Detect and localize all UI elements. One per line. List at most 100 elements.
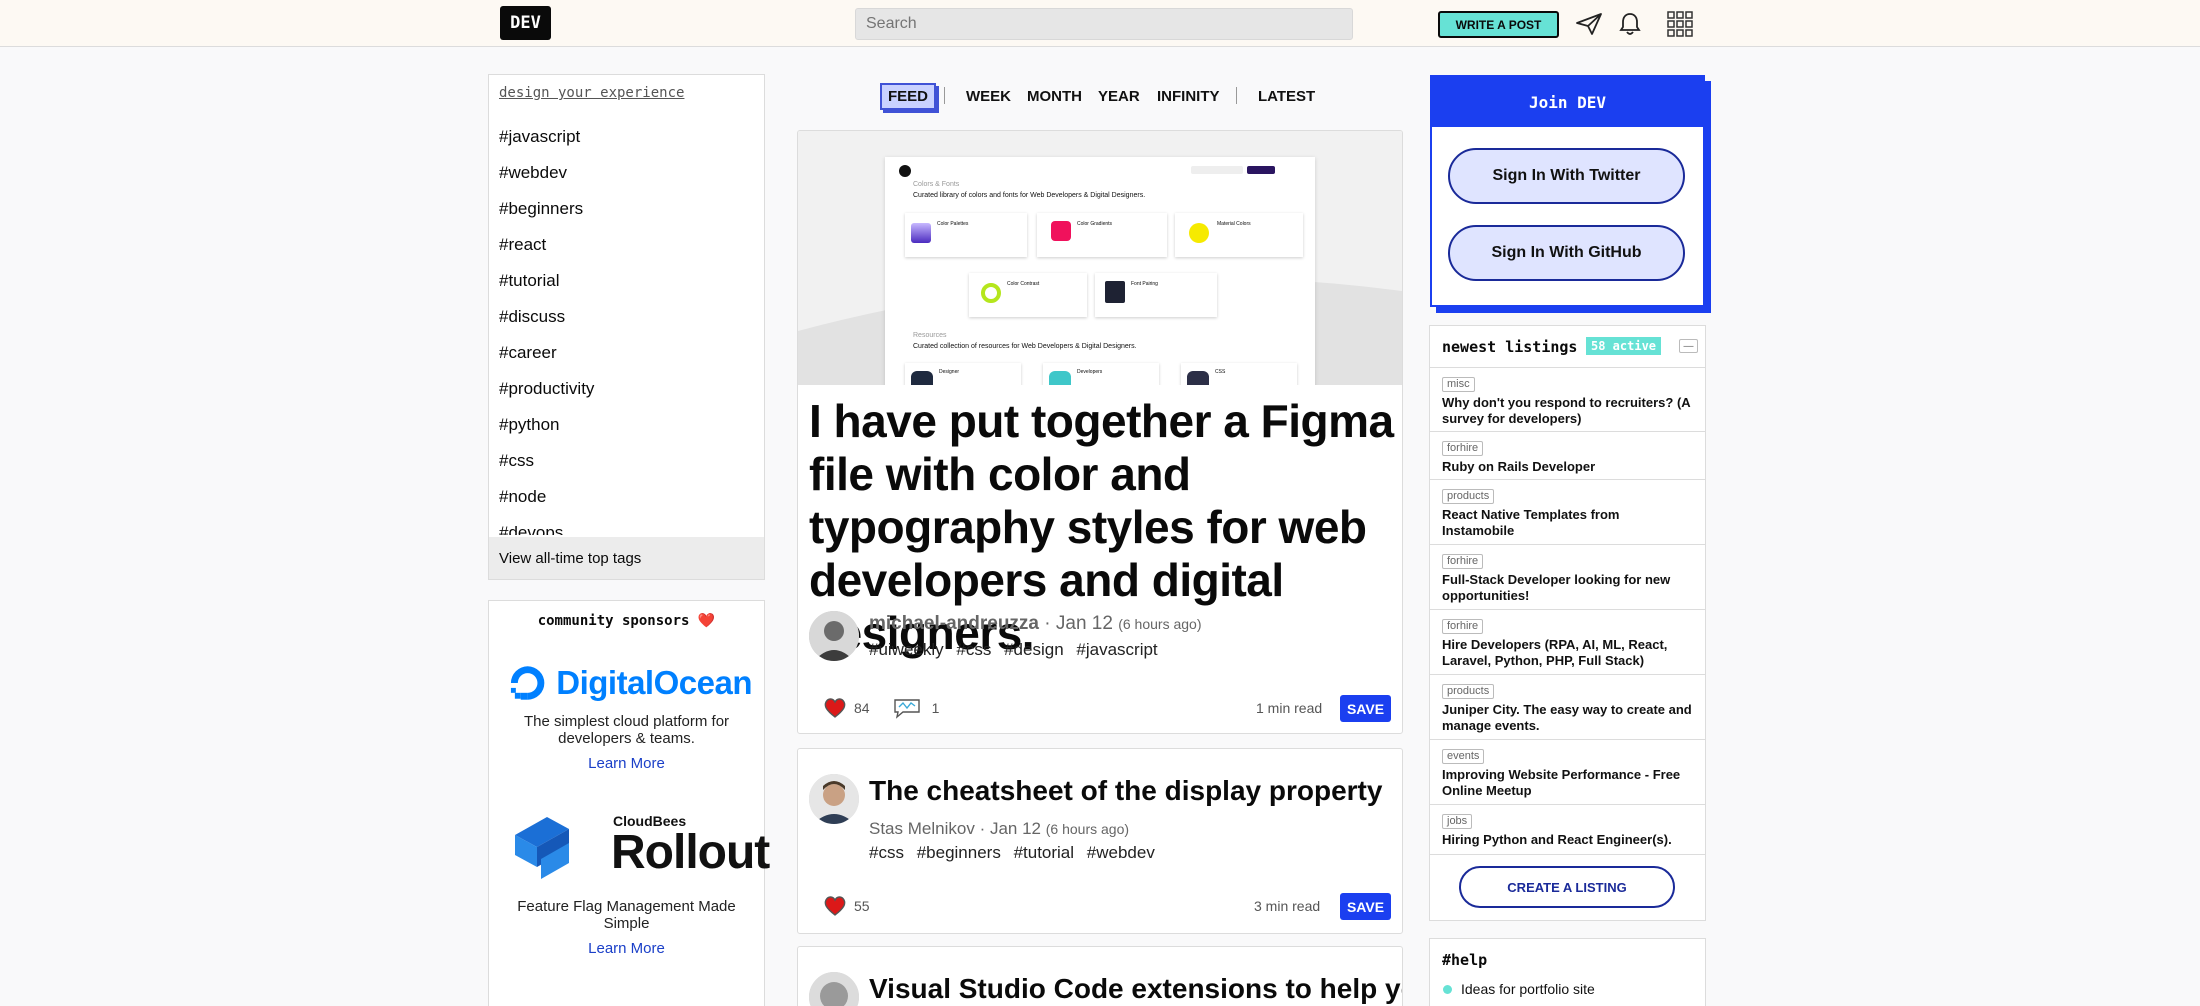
tag-item[interactable]: #tutorial [489,263,764,299]
tab-separator [1236,87,1237,104]
view-all-tags-link[interactable]: View all-time top tags [489,537,764,579]
write-post-button[interactable]: WRITE A POST [1438,11,1559,38]
preview-swatch [1105,281,1125,303]
tab-infinity[interactable]: INFINITY [1157,83,1220,110]
sign-in-twitter-button[interactable]: Sign In With Twitter [1448,148,1685,204]
preview-card-title: Color Gradients [1077,221,1113,227]
tag-item[interactable]: #beginners [489,191,764,227]
apps-grid-icon[interactable] [1665,10,1695,38]
listing-category[interactable]: products [1442,489,1495,504]
listing-title[interactable]: Hiring Python and React Engineer(s). [1442,832,1693,848]
post-ago: (6 hours ago) [1045,821,1130,837]
listing-item[interactable]: products Juniper City. The easy way to c… [1430,674,1705,740]
avatar[interactable] [809,774,859,824]
dev-logo[interactable]: DEV [500,6,551,40]
tab-week[interactable]: WEEK [966,83,1011,110]
listing-item[interactable]: events Improving Website Performance - F… [1430,739,1705,805]
unread-dot-icon [1443,985,1452,994]
listing-category[interactable]: events [1442,749,1485,764]
tab-feed[interactable]: FEED [880,83,937,110]
rollout-learn-more[interactable]: Learn More [489,940,764,957]
article-tag[interactable]: #uiweekly [869,640,944,659]
tag-item[interactable]: #react [489,227,764,263]
listing-title[interactable]: Juniper City. The easy way to create and… [1442,702,1693,734]
article-tag[interactable]: #tutorial [1014,843,1074,862]
save-button[interactable]: SAVE [1340,695,1391,722]
listing-title[interactable]: React Native Templates from Instamobile [1442,507,1693,539]
article-tag[interactable]: #design [1004,640,1064,659]
sponsors-panel: community sponsors ❤️ DigitalOcean The s… [488,600,770,1006]
article-title[interactable]: The cheatsheet of the display property [869,775,1382,807]
tag-item[interactable]: #javascript [489,119,764,155]
listing-title[interactable]: Ruby on Rails Developer [1442,459,1693,475]
article-cover-image[interactable]: Colors & Fonts Curated library of colors… [798,131,1402,385]
listing-item[interactable]: misc Why don't you respond to recruiters… [1430,367,1705,433]
design-your-experience-link[interactable]: design your experience [499,85,684,101]
listing-category[interactable]: forhire [1442,554,1484,569]
listing-category[interactable]: jobs [1442,814,1473,829]
listing-item[interactable]: forhire Hire Developers (RPA, AI, ML, Re… [1430,609,1705,675]
listing-title[interactable]: Hire Developers (RPA, AI, ML, React, Lar… [1442,637,1693,669]
article-tag[interactable]: #css [869,843,904,862]
digitalocean-learn-more[interactable]: Learn More [489,755,764,772]
preview-swatch [911,223,931,243]
avatar[interactable] [809,611,859,661]
tag-item[interactable]: #python [489,407,764,443]
tag-item[interactable]: #productivity [489,371,764,407]
author-name[interactable]: michael-andreuzza [869,613,1039,634]
preview-section-title: Colors & Fonts [913,181,960,188]
listing-title[interactable]: Improving Website Performance - Free Onl… [1442,767,1693,799]
tab-month[interactable]: MONTH [1027,83,1082,110]
listing-title[interactable]: Full-Stack Developer looking for new opp… [1442,572,1693,604]
dot-separator: · [1044,613,1051,634]
digitalocean-logo[interactable]: DigitalOcean [507,661,752,705]
tag-list[interactable]: #javascript #webdev #beginners #react #t… [489,119,764,535]
tag-item[interactable]: #discuss [489,299,764,335]
listing-category[interactable]: misc [1442,377,1475,392]
preview-section-sub: Curated library of colors and fonts for … [913,192,1146,199]
tag-item[interactable]: #node [489,479,764,515]
tag-item[interactable]: #career [489,335,764,371]
article-tag[interactable]: #webdev [1087,843,1155,862]
comment-icon[interactable] [892,697,922,719]
listing-item[interactable]: forhire Ruby on Rails Developer [1430,431,1705,481]
author-name[interactable]: Stas Melnikov [869,819,975,838]
reactions-count: 55 [854,898,870,914]
avatar[interactable] [809,972,859,1006]
heart-icon[interactable] [822,895,848,917]
help-item[interactable]: Ideas for portfolio site [1461,981,1595,997]
listing-item[interactable]: jobs Hiring Python and React Engineer(s)… [1430,804,1705,855]
tag-item[interactable]: #css [489,443,764,479]
listing-item[interactable]: forhire Full-Stack Developer looking for… [1430,544,1705,610]
sign-in-github-button[interactable]: Sign In With GitHub [1448,225,1685,281]
heart-icon[interactable] [822,697,848,719]
help-title[interactable]: #help [1442,951,1487,969]
save-button[interactable]: SAVE [1340,893,1391,920]
collapse-button[interactable]: — [1679,339,1698,353]
listings-title[interactable]: newest listings [1442,338,1577,356]
article-title[interactable]: Visual Studio Code extensions to help yo… [869,973,1402,1005]
listing-category[interactable]: products [1442,684,1495,699]
listing-title[interactable]: Why don't you respond to recruiters? (A … [1442,395,1693,427]
article-tag[interactable]: #beginners [917,843,1001,862]
search-input[interactable] [855,8,1353,40]
preview-card: Color Gradients [1037,213,1167,257]
paper-plane-icon[interactable] [1574,10,1604,38]
create-listing-button[interactable]: CREATE A LISTING [1459,866,1675,908]
tab-latest[interactable]: LATEST [1258,83,1315,110]
listing-category[interactable]: forhire [1442,441,1484,456]
preview-card-title: Color Palettes [937,221,969,227]
article-card[interactable]: Colors & Fonts Curated library of colors… [797,130,1403,734]
preview-card: Font Pairing [1095,273,1217,317]
article-tag[interactable]: #css [956,640,991,659]
tag-item[interactable]: #devops [489,515,764,535]
listing-item[interactable]: products React Native Templates from Ins… [1430,479,1705,545]
rollout-logo[interactable]: CloudBees Rollout [509,813,770,883]
article-tag[interactable]: #javascript [1076,640,1157,659]
bell-icon[interactable] [1615,10,1645,38]
listing-category[interactable]: forhire [1442,619,1484,634]
tag-item[interactable]: #webdev [489,155,764,191]
tab-year[interactable]: YEAR [1098,83,1140,110]
article-card[interactable]: Visual Studio Code extensions to help yo… [797,946,1403,1006]
article-card[interactable]: The cheatsheet of the display property S… [797,748,1403,934]
